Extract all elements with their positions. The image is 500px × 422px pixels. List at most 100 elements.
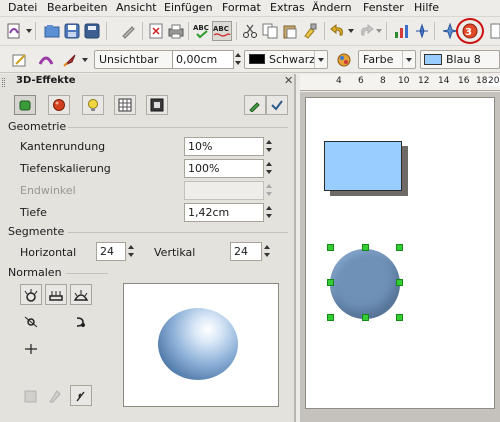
redo-icon[interactable] [356, 21, 376, 41]
vertikal-field[interactable]: 24 [230, 242, 262, 261]
area-style-select[interactable]: Farbe [358, 50, 416, 69]
perspective-button[interactable] [70, 385, 92, 406]
line-width-spinner[interactable] [234, 50, 243, 69]
horizontal-spinner[interactable] [127, 242, 136, 261]
area-color-select[interactable]: Blau 8 [420, 50, 500, 69]
3d-effects-toggle-icon[interactable]: 3 [460, 21, 480, 41]
line-width-field[interactable]: 0,00cm [172, 50, 234, 69]
chevron-down-icon[interactable] [402, 51, 415, 68]
convert-to-lathe-button[interactable] [44, 385, 66, 406]
tab-textures[interactable] [114, 95, 136, 115]
ruler-number: 6 [358, 76, 364, 86]
menu-datei[interactable]: Datei [8, 1, 37, 15]
tiefe-value: 1,42cm [188, 206, 230, 219]
rectangle-shape[interactable] [324, 141, 402, 191]
menu-bearbeiten[interactable]: Bearbeiten [47, 1, 107, 15]
area-color-swatch [424, 54, 442, 65]
convert-to-3d-button[interactable] [20, 385, 42, 406]
double-sided-button[interactable] [20, 338, 42, 359]
export-pdf-icon[interactable] [146, 21, 166, 41]
tiefenskalierung-spinner[interactable] [265, 159, 274, 178]
rocket-icon[interactable] [60, 50, 80, 70]
rotate-icon[interactable] [412, 21, 432, 41]
close-icon[interactable]: ✕ [284, 74, 293, 87]
chart-icon[interactable] [392, 21, 412, 41]
menu-format[interactable]: Format [222, 1, 261, 15]
double-sided-illumination-button[interactable] [70, 311, 92, 332]
rocket-dropdown-arrow[interactable] [82, 58, 88, 62]
chevron-down-icon[interactable] [314, 51, 327, 68]
tiefenskalierung-field[interactable]: 100% [184, 159, 264, 178]
line-color-select[interactable]: Schwarz [244, 50, 328, 69]
menu-extras[interactable]: Extras [270, 1, 305, 15]
vertikal-spinner[interactable] [263, 242, 272, 261]
invert-normals-button[interactable] [20, 311, 42, 332]
autospellcheck-icon[interactable]: ABC [212, 21, 232, 41]
assign-button[interactable] [244, 95, 266, 115]
horizontal-field[interactable]: 24 [96, 242, 126, 261]
edit-points-icon[interactable] [10, 50, 30, 70]
horizontal-label: Horizontal [20, 246, 77, 259]
menu-aendern[interactable]: Ändern [312, 1, 352, 15]
open-icon[interactable] [42, 21, 62, 41]
object-specific-normals-button[interactable] [20, 284, 42, 305]
save-icon[interactable] [62, 21, 82, 41]
menu-fenster[interactable]: Fenster [363, 1, 404, 15]
selection-handle[interactable] [327, 244, 334, 251]
selection-handle[interactable] [327, 314, 334, 321]
ruler-number: 18 [476, 76, 488, 86]
cut-icon[interactable] [240, 21, 260, 41]
fontwork-icon[interactable] [36, 50, 56, 70]
flat-normals-button[interactable] [45, 284, 67, 305]
line-color-swatch [249, 54, 265, 64]
selection-handle[interactable] [396, 279, 403, 286]
undo-dropdown-arrow[interactable] [348, 29, 354, 33]
grip-icon[interactable] [2, 78, 5, 87]
perspective-icon [76, 391, 85, 401]
horizontal-ruler[interactable]: 4 6 8 10 12 14 16 18 20 [300, 74, 500, 91]
tiefe-field[interactable]: 1,42cm [184, 203, 264, 222]
print-icon[interactable] [166, 21, 186, 41]
new-dropdown-arrow[interactable] [26, 29, 32, 33]
tiefe-spinner[interactable] [265, 203, 274, 222]
new-document-icon[interactable] [4, 21, 24, 41]
save-as-icon[interactable] [82, 21, 102, 41]
svg-text:3: 3 [465, 27, 472, 38]
kantenrundung-field[interactable]: 10% [184, 137, 264, 156]
panel-titlebar[interactable]: 3D-Effekte ✕ [0, 74, 294, 90]
apply-button[interactable] [266, 95, 288, 115]
preview-sphere [158, 308, 238, 380]
tab-illumination[interactable] [82, 95, 104, 115]
menu-ansicht[interactable]: Ansicht [116, 1, 157, 15]
endwinkel-spinner[interactable] [265, 181, 274, 200]
redo-dropdown-arrow[interactable] [376, 29, 382, 33]
menu-einfuegen[interactable]: Einfügen [164, 1, 213, 15]
section-geometrie: Geometrie [8, 120, 67, 133]
selection-handle[interactable] [396, 314, 403, 321]
selection-handle[interactable] [327, 279, 334, 286]
clone-formatting-icon[interactable] [300, 21, 320, 41]
area-color-value: Blau 8 [446, 53, 481, 66]
selection-handle[interactable] [362, 244, 369, 251]
undo-icon[interactable] [328, 21, 348, 41]
kantenrundung-spinner[interactable] [265, 137, 274, 156]
paste-icon[interactable] [280, 21, 300, 41]
area-icon[interactable] [334, 50, 354, 70]
selection-handle[interactable] [362, 314, 369, 321]
ruler-number: 12 [418, 76, 430, 86]
tab-material[interactable] [146, 95, 168, 115]
section-divider [66, 273, 108, 274]
tab-shading[interactable] [48, 95, 70, 115]
tab-geometry[interactable] [14, 95, 36, 115]
overflow-icon[interactable] [486, 21, 500, 41]
circle-shape[interactable] [330, 249, 400, 319]
spherical-normals-button[interactable] [70, 284, 92, 305]
spellcheck-icon[interactable]: ABC [192, 21, 212, 41]
copy-icon[interactable] [260, 21, 280, 41]
menu-hilfe[interactable]: Hilfe [414, 1, 439, 15]
endwinkel-field[interactable] [184, 181, 264, 200]
section-segmente: Segmente [8, 225, 65, 238]
3d-preview[interactable] [123, 283, 279, 407]
selection-handle[interactable] [396, 244, 403, 251]
edit-pencil-icon[interactable] [118, 21, 138, 41]
